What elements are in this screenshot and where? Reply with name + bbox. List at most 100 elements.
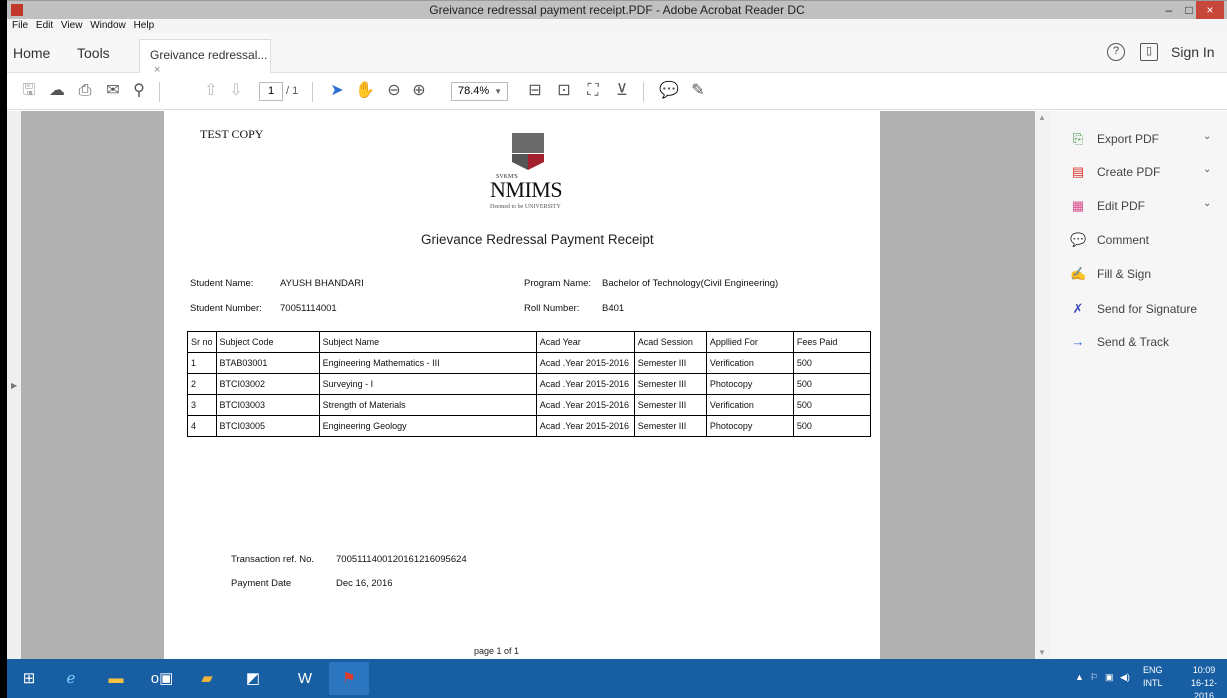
windows-taskbar: ⊞ ℯ ▬ o▣ ▰ ◩ W ⚑ ▲ ⚐ ▣ ◀) ENG INTL 10:09… bbox=[7, 659, 1227, 698]
chevron-down-icon[interactable]: ⌄ bbox=[1203, 164, 1211, 175]
tool-create-pdf[interactable]: ▤ Create PDF ⌄ bbox=[1050, 158, 1227, 188]
left-pane-rail[interactable]: ▶ bbox=[7, 111, 21, 659]
mobile-link-icon[interactable]: ▯ bbox=[1140, 43, 1158, 61]
cell-acad-year: Acad .Year 2015-2016 bbox=[535, 373, 635, 395]
logo-shield-icon bbox=[512, 133, 544, 153]
zoom-select[interactable]: 78.4% ▼ bbox=[451, 82, 508, 101]
edit-pdf-icon: ▦ bbox=[1071, 198, 1085, 213]
payment-date-value: Dec 16, 2016 bbox=[336, 578, 393, 589]
header-acad-session: Acad Session bbox=[633, 331, 707, 353]
notes-app-icon[interactable]: ◩ bbox=[233, 662, 273, 695]
outlook-icon[interactable]: o▣ bbox=[142, 662, 182, 695]
menu-help[interactable]: Help bbox=[134, 19, 155, 33]
start-button-icon[interactable]: ⊞ bbox=[9, 662, 49, 695]
help-icon[interactable]: ? bbox=[1107, 43, 1125, 61]
fit-page-icon[interactable]: ⊟ bbox=[525, 81, 545, 101]
tool-export-pdf[interactable]: ⎘ Export PDF ⌄ bbox=[1050, 125, 1227, 155]
cell-acad-session: Semester III bbox=[633, 394, 707, 416]
upload-cloud-icon[interactable]: ☁ bbox=[47, 81, 67, 101]
program-name-label: Program Name: bbox=[524, 278, 592, 289]
chevron-down-icon[interactable]: ⌄ bbox=[1203, 198, 1211, 209]
tool-send-for-signature[interactable]: ✗ Send for Signature bbox=[1050, 295, 1227, 325]
scroll-down-icon[interactable]: ▼ bbox=[1038, 648, 1046, 657]
send-track-icon: → bbox=[1071, 334, 1085, 349]
tool-send-track[interactable]: → Send & Track bbox=[1050, 328, 1227, 358]
tool-edit-pdf[interactable]: ▦ Edit PDF ⌄ bbox=[1050, 192, 1227, 222]
action-center-flag-icon[interactable]: ⚐ bbox=[1090, 672, 1098, 683]
volume-icon[interactable]: ◀) bbox=[1120, 672, 1130, 683]
tray-expand-icon[interactable]: ▲ bbox=[1075, 672, 1084, 682]
email-icon[interactable]: ✉ bbox=[103, 81, 123, 101]
system-clock[interactable]: 10:09 16-12-2016 bbox=[1181, 664, 1227, 698]
save-icon[interactable]: 🖫 bbox=[19, 81, 39, 101]
menu-edit[interactable]: Edit bbox=[36, 19, 53, 33]
menu-file[interactable]: File bbox=[12, 19, 28, 33]
tool-label: Comment bbox=[1097, 233, 1150, 247]
tool-fill-sign[interactable]: ✍ Fill & Sign bbox=[1050, 260, 1227, 290]
clock-time: 10:09 bbox=[1192, 665, 1216, 675]
comment-tool-icon[interactable]: 💬 bbox=[659, 81, 679, 101]
table-row: 3 BTCI03003 Strength of Materials Acad .… bbox=[187, 394, 872, 416]
tool-label: Create PDF bbox=[1097, 165, 1161, 179]
cell-sr-no: 4 bbox=[187, 415, 217, 437]
vertical-scrollbar[interactable]: ▲ ▼ bbox=[1035, 111, 1050, 659]
roll-number: B401 bbox=[602, 303, 625, 314]
page-number-input[interactable]: 1 bbox=[259, 82, 283, 101]
tab-document[interactable]: Greivance redressal... × bbox=[139, 39, 271, 76]
zoom-value: 78.4% bbox=[458, 85, 490, 97]
rotate-view-icon[interactable]: ⊡ bbox=[554, 81, 574, 101]
acrobat-taskbar-icon[interactable]: ⚑ bbox=[329, 662, 369, 695]
print-icon[interactable]: ⎙ bbox=[75, 81, 95, 101]
expand-left-pane-icon[interactable]: ▶ bbox=[11, 381, 17, 390]
internet-explorer-icon[interactable]: ℯ bbox=[51, 662, 91, 695]
zoom-out-icon[interactable]: ⊖ bbox=[384, 81, 404, 101]
select-cursor-icon[interactable]: ➤ bbox=[327, 81, 347, 101]
tab-home[interactable]: Home bbox=[13, 45, 50, 61]
scroll-mode-icon[interactable]: ⊻ bbox=[612, 81, 632, 101]
tool-label: Send & Track bbox=[1097, 335, 1170, 349]
payment-date-label: Payment Date bbox=[231, 578, 292, 589]
table-row: 2 BTCI03002 Surveying - I Acad .Year 201… bbox=[187, 373, 872, 395]
cell-sr-no: 2 bbox=[187, 373, 217, 395]
file-explorer-icon[interactable]: ▬ bbox=[96, 662, 136, 695]
scroll-up-icon[interactable]: ▲ bbox=[1038, 113, 1046, 122]
tool-comment[interactable]: 💬 Comment bbox=[1050, 226, 1227, 256]
input-language[interactable]: ENG INTL bbox=[1143, 664, 1163, 690]
menu-view[interactable]: View bbox=[61, 19, 83, 33]
word-icon[interactable]: W bbox=[285, 662, 325, 695]
acrobat-window: Greivance redressal payment receipt.PDF … bbox=[7, 0, 1227, 698]
program-name: Bachelor of Technology(Civil Engineering… bbox=[602, 278, 779, 289]
network-icon[interactable]: ▣ bbox=[1105, 672, 1114, 683]
cell-fees-paid: 500 bbox=[792, 352, 872, 374]
sign-in-link[interactable]: Sign In bbox=[1171, 44, 1215, 60]
minimize-button[interactable]: – bbox=[1159, 1, 1179, 19]
student-name: AYUSH BHANDARI bbox=[280, 278, 364, 289]
tab-tools[interactable]: Tools bbox=[77, 45, 110, 61]
hand-tool-icon[interactable]: ✋ bbox=[355, 81, 375, 101]
close-button[interactable]: × bbox=[1196, 1, 1224, 19]
header-subject-name: Subject Name bbox=[318, 331, 537, 353]
cell-acad-session: Semester III bbox=[633, 415, 707, 437]
page-total: / 1 bbox=[286, 85, 299, 97]
highlight-pen-icon[interactable]: ✎ bbox=[688, 81, 708, 101]
full-screen-icon[interactable]: ⛶ bbox=[583, 81, 603, 101]
logo-shield-base-icon bbox=[512, 154, 544, 170]
cell-applied-for: Verification bbox=[705, 352, 794, 374]
search-icon[interactable]: ⚲ bbox=[129, 81, 149, 101]
chevron-down-icon[interactable]: ⌄ bbox=[1203, 131, 1211, 142]
menu-window[interactable]: Window bbox=[90, 19, 126, 33]
pdf-page: TEST COPY SVKM'S NMIMS Deemed to be UNIV… bbox=[164, 111, 880, 659]
page-down-icon[interactable]: ⇩ bbox=[226, 81, 246, 101]
cell-fees-paid: 500 bbox=[792, 394, 872, 416]
cell-subject-code: BTAB03001 bbox=[215, 352, 320, 374]
receipt-title: Grievance Redressal Payment Receipt bbox=[421, 232, 654, 247]
folder-icon[interactable]: ▰ bbox=[187, 662, 227, 695]
page-up-icon[interactable]: ⇧ bbox=[201, 81, 221, 101]
zoom-in-icon[interactable]: ⊕ bbox=[409, 81, 429, 101]
tabs-bar: Home Tools Greivance redressal... × ? ▯ … bbox=[7, 33, 1227, 76]
cell-acad-year: Acad .Year 2015-2016 bbox=[535, 352, 635, 374]
tool-label: Edit PDF bbox=[1097, 199, 1146, 213]
fill-sign-icon: ✍ bbox=[1070, 266, 1087, 281]
header-subject-code: Subject Code bbox=[215, 331, 320, 353]
toolbar-divider bbox=[312, 82, 313, 102]
